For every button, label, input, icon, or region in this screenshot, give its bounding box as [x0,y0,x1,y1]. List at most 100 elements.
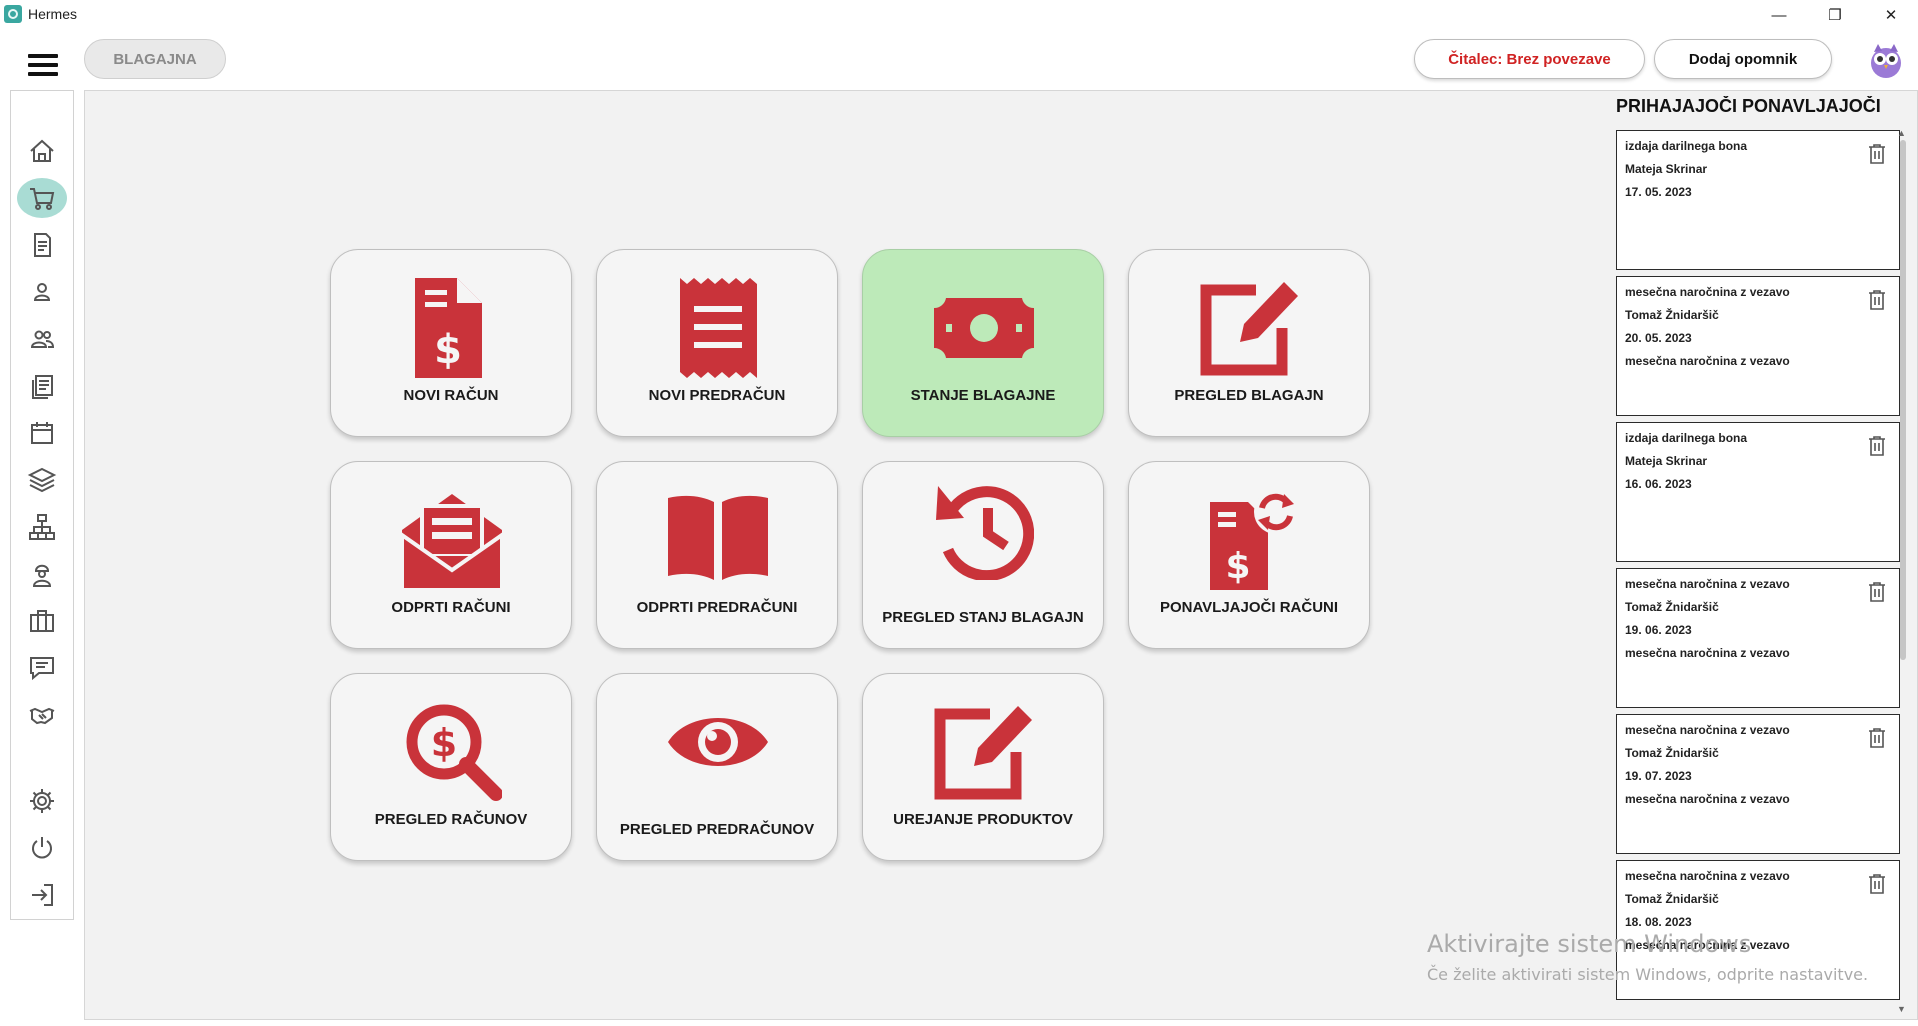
briefcase-icon [30,610,54,632]
card-note: mesečna naročnina z vezavo [1625,646,1790,660]
invoice-dollar-icon: $ [415,278,482,378]
trash-icon[interactable] [1867,143,1887,165]
sidebar-item-notes[interactable] [17,366,67,406]
tile-novi-racun[interactable]: $ NOVI RAČUN [330,249,572,437]
card-date: 17. 05. 2023 [1625,185,1692,199]
cart-icon [30,188,55,210]
tile-stanje-blagajne[interactable]: STANJE BLAGAJNE [862,249,1104,437]
chat-icon [30,657,54,681]
sidebar-item-logout[interactable] [17,875,67,915]
recurring-card[interactable]: izdaja darilnega bona Mateja Skrinar 17.… [1616,130,1900,270]
upcoming-recurring-title: PRIHAJAJOČI PONAVLJAJOČI ... [1616,96,1886,116]
edit-icon [934,706,1032,800]
window-title: Hermes [28,6,78,22]
card-date: 19. 06. 2023 [1625,623,1692,637]
right-panel-scrollbar[interactable]: ▲ ▼ [1896,128,1910,1016]
sidebar-item-partners[interactable] [17,695,67,735]
tile-pregled-stanj-blagajn[interactable]: PREGLED STANJ BLAGAJN [862,461,1104,649]
tile-label: PREGLED PREDRAČUNOV [619,821,815,838]
edit-icon [1200,282,1298,376]
tile-label: PONAVLJAJOČI RAČUNI [1159,599,1339,616]
card-description: izdaja darilnega bona [1625,139,1748,153]
sidebar-item-cart[interactable] [17,178,67,218]
user-icon [33,283,51,301]
sitemap-icon [29,514,55,540]
sidebar-item-power[interactable] [17,828,67,868]
document-icon [34,233,51,257]
add-reminder-button[interactable]: Dodaj opomnik [1654,39,1832,79]
card-description: izdaja darilnega bona [1625,431,1748,445]
card-date: 16. 06. 2023 [1625,477,1692,491]
app-logo-icon [4,5,22,23]
card-description: mesečna naročnina z vezavo [1625,869,1790,883]
scroll-up-icon[interactable]: ▲ [1897,128,1906,138]
card-description: mesečna naročnina z vezavo [1625,285,1790,299]
sidebar [10,90,74,920]
sidebar-item-home[interactable] [17,131,67,171]
svg-text:$: $ [1225,546,1250,587]
sidebar-item-briefcase[interactable] [17,601,67,641]
card-customer: Mateja Skrinar [1625,162,1708,176]
card-note: mesečna naročnina z vezavo [1625,792,1790,806]
sidebar-item-workers[interactable] [17,554,67,594]
card-customer: Tomaž Žnidaršič [1625,308,1719,322]
activation-watermark-text: Če želite aktivirati sistem Windows, odp… [1427,965,1869,984]
sidebar-item-user[interactable] [17,272,67,312]
tile-pregled-blagajn[interactable]: PREGLED BLAGAJN [1128,249,1370,437]
scrollbar-thumb[interactable] [1900,140,1906,660]
card-date: 19. 07. 2023 [1625,769,1692,783]
tile-pregled-racunov[interactable]: $ PREGLED RAČUNOV [330,673,572,861]
eye-icon [668,718,768,766]
tile-novi-predracun[interactable]: NOVI PREDRAČUN [596,249,838,437]
gear-icon [30,789,54,813]
close-button[interactable]: ✕ [1868,0,1914,30]
tile-odprti-racuni[interactable]: ODPRTI RAČUNI [330,461,572,649]
card-date: 20. 05. 2023 [1625,331,1692,345]
tile-label: ODPRTI PREDRAČUNI [636,599,798,616]
tile-odprti-predracuni[interactable]: ODPRTI PREDRAČUNI [596,461,838,649]
sidebar-item-calendar[interactable] [17,413,67,453]
svg-text:$: $ [434,327,462,373]
tile-urejanje-produktov[interactable]: UREJANJE PRODUKTOV [862,673,1104,861]
scroll-down-icon[interactable]: ▼ [1897,1004,1906,1014]
trash-icon[interactable] [1867,435,1887,457]
card-description: mesečna naročnina z vezavo [1625,723,1790,737]
power-icon [32,837,52,859]
svg-text:$: $ [431,721,457,765]
trash-icon[interactable] [1867,289,1887,311]
card-customer: Tomaž Žnidaršič [1625,746,1719,760]
tile-label: PREGLED BLAGAJN [1174,387,1324,404]
owl-avatar-icon[interactable] [1866,38,1906,80]
receipt-icon [680,278,757,378]
tile-label: STANJE BLAGAJNE [910,387,1056,404]
recurring-card[interactable]: mesečna naročnina z vezavo Tomaž Žnidarš… [1616,714,1900,854]
tile-pregled-predracunov[interactable]: PREGLED PREDRAČUNOV [596,673,838,861]
tile-ponavljajoci-racuni[interactable]: $ PONAVLJAJOČI RAČUNI [1128,461,1370,649]
card-description: mesečna naročnina z vezavo [1625,577,1790,591]
trash-icon[interactable] [1867,581,1887,603]
sidebar-item-organization[interactable] [17,507,67,547]
sidebar-item-messages[interactable] [17,648,67,688]
recurring-invoice-icon: $ [1210,490,1298,590]
recurring-card[interactable]: mesečna naročnina z vezavo Tomaž Žnidarš… [1616,568,1900,708]
sidebar-item-settings[interactable] [17,781,67,821]
trash-icon[interactable] [1867,873,1887,895]
sidebar-item-layers[interactable] [17,460,67,500]
notes-icon [32,375,53,399]
sidebar-item-documents[interactable] [17,225,67,265]
trash-icon[interactable] [1867,727,1887,749]
worker-icon [32,564,52,587]
handshake-icon [29,707,55,725]
maximize-button[interactable]: ❐ [1812,0,1858,30]
card-customer: Tomaž Žnidaršič [1625,892,1719,906]
recurring-card[interactable]: izdaja darilnega bona Mateja Skrinar 16.… [1616,422,1900,562]
recurring-card[interactable]: mesečna naročnina z vezavo Tomaž Žnidarš… [1616,276,1900,416]
minimize-button[interactable]: — [1756,0,1802,30]
reader-status-button[interactable]: Čitalec: Brez povezave [1414,39,1645,79]
card-note: mesečna naročnina z vezavo [1625,354,1790,368]
menu-icon[interactable] [28,54,58,76]
sidebar-item-users[interactable] [17,319,67,359]
window-titlebar: Hermes — ❐ ✕ [0,0,1918,30]
search-dollar-icon: $ [406,704,502,801]
users-icon [30,330,55,348]
